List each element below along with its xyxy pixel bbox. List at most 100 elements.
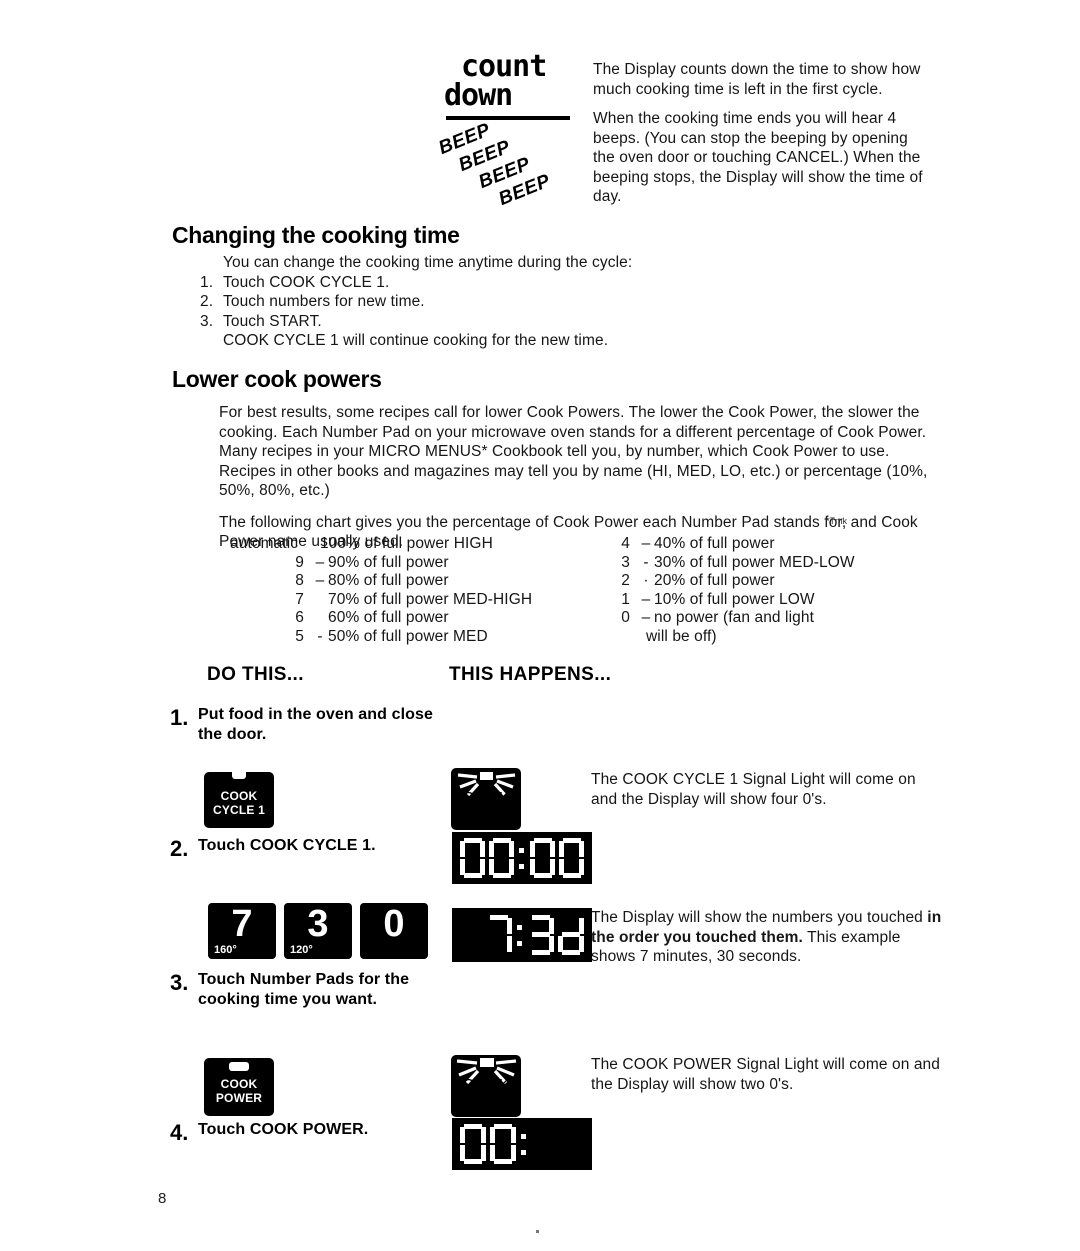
list-item: 3. Touch START. (200, 312, 760, 332)
display-colon (519, 1124, 529, 1164)
procedure-step-1: 1. Put food in the oven and close the do… (170, 705, 460, 745)
table-row: will be off) (600, 628, 930, 647)
seven-segment-digit (529, 838, 555, 878)
power-description: 70% of full power MED-HIGH (328, 590, 533, 608)
key-label-line-2: POWER (215, 1091, 263, 1105)
lower-cook-powers-paragraph-1: For best results, some recipes call for … (219, 404, 928, 499)
key-label-line-2: CYCLE 1 (452, 808, 520, 825)
power-description: 100% of full power HIGH (320, 535, 493, 552)
key-label-line-1: COOK (462, 1077, 510, 1094)
pad-label: 1 (621, 590, 630, 608)
power-description-continuation: will be off) (646, 627, 717, 645)
display-seven-thirty (452, 908, 592, 962)
pad-label: 7 (295, 590, 304, 608)
changing-cooking-time-closing: COOK CYCLE 1 will continue cooking for t… (223, 332, 609, 349)
cook-power-signal-light-key[interactable]: COOK POWER (451, 1055, 521, 1117)
power-description: 60% of full power (328, 609, 449, 626)
number-pad-digit: 3 (307, 903, 329, 945)
page-number: 8 (158, 1190, 167, 1207)
seven-segment-digit (490, 1124, 516, 1164)
table-row: 7 70% of full power MED-HIGH (230, 591, 600, 610)
pad-label: 5 (295, 627, 304, 645)
list-item-text: Touch START. (223, 312, 322, 330)
footer-mark (536, 1230, 539, 1233)
display-colon (515, 915, 525, 955)
number-pad-3[interactable]: 3 120° (284, 903, 352, 959)
list-item-number: 2. (200, 293, 214, 310)
changing-cooking-time-list: You can change the cooking time anytime … (200, 253, 760, 351)
row-dash (312, 609, 328, 628)
step-instruction: Touch COOK CYCLE 1. (198, 837, 376, 854)
cook-power-chart: automatic 100% of full power HIGH 9 – 90… (230, 535, 930, 646)
list-item: 2. Touch numbers for new time. (200, 292, 760, 312)
power-description: 30% of full power MED-LOW (654, 553, 855, 571)
pad-label: automatic (230, 535, 299, 552)
step-3-result-text: The Display will show the numbers you to… (591, 908, 943, 967)
changing-cooking-time-lead: You can change the cooking time anytime … (223, 254, 633, 271)
row-dash: · (643, 572, 649, 589)
key-label-line-1: COOK (220, 789, 258, 803)
row-dash (312, 591, 328, 610)
countdown-logo-top: count (461, 49, 547, 84)
power-description: 90% of full power (328, 553, 449, 571)
list-item: 1. Touch COOK CYCLE 1. (200, 273, 760, 293)
intro-paragraph-1: The Display counts down the time to show… (593, 61, 921, 98)
power-description: 20% of full power (654, 572, 775, 589)
list-item-text: Touch numbers for new time. (223, 293, 425, 310)
step-number: 3. (170, 970, 189, 995)
number-pad-7[interactable]: 7 160° (208, 903, 276, 959)
trademark-note: *Tmk (826, 516, 847, 526)
table-row: 0 – no power (fan and light (600, 609, 930, 628)
procedure-heading-do-this: DO THIS... (207, 664, 304, 685)
step-instruction: Put food in the oven and close the door. (198, 706, 434, 743)
seven-segment-digit (459, 838, 486, 878)
seven-segment-digit (486, 915, 512, 955)
step-2-result-text: The COOK CYCLE 1 Signal Light will come … (591, 771, 916, 808)
seven-segment-digit (460, 1124, 486, 1164)
step-instruction: Touch Number Pads for the cooking time y… (198, 971, 410, 1008)
power-description: 80% of full power (328, 572, 449, 589)
row-dash (304, 535, 320, 554)
countdown-logo-underline (446, 116, 570, 120)
cook-cycle-1-signal-light-key[interactable]: COOK CYCLE 1 (451, 768, 521, 830)
beep-illustration: BEEP BEEP BEEP BEEP (436, 119, 590, 210)
table-row: 8 – 80% of full power (230, 572, 600, 591)
pad-label: 0 (621, 609, 630, 626)
power-description: 50% of full power MED (328, 627, 488, 645)
key-label-line-1: COOK (220, 1077, 258, 1091)
number-pad-group: 7 160° 3 120° 0 (208, 903, 428, 959)
list-item-text: Touch COOK CYCLE 1. (223, 273, 390, 291)
display-cook-power-zeros (452, 1118, 592, 1170)
section-title-changing-cooking-time: Changing the cooking time (172, 222, 460, 248)
key-label-line-1: COOK (462, 790, 510, 807)
countdown-logo: count down (444, 52, 584, 124)
number-pad-sublabel: 120° (290, 944, 313, 956)
pad-label: 6 (295, 609, 304, 626)
list-item-number: 3. (200, 312, 214, 330)
table-row: 6 60% of full power (230, 609, 600, 628)
seven-segment-digit (558, 838, 585, 878)
pad-label: 4 (621, 535, 630, 552)
intro-paragraphs: The Display counts down the time to show… (593, 60, 925, 217)
row-dash: – (315, 553, 325, 571)
seven-segment-digit (558, 915, 584, 955)
step-number: 2. (170, 836, 189, 861)
display-cook-cycle-zeros (452, 832, 592, 884)
key-label-line-2: POWER (455, 1095, 517, 1112)
seven-segment-digit (528, 915, 554, 955)
procedure-step-3: 3. Touch Number Pads for the cooking tim… (170, 970, 440, 1010)
cook-cycle-1-key[interactable]: COOK CYCLE 1 (204, 772, 274, 828)
cook-power-key[interactable]: COOK POWER (204, 1058, 274, 1116)
key-graphic[interactable]: COOK POWER (204, 1058, 274, 1116)
key-label-line-2: CYCLE 1 (212, 803, 266, 817)
table-row: 9 – 90% of full power (230, 554, 600, 573)
pad-label: 2 (621, 572, 630, 589)
table-row: automatic 100% of full power HIGH (230, 535, 600, 554)
intro-paragraph-2: When the cooking time ends you will hear… (593, 110, 923, 205)
section-title-lower-cook-powers: Lower cook powers (172, 366, 382, 392)
row-dash: – (641, 590, 651, 608)
key-graphic[interactable]: COOK CYCLE 1 (204, 772, 274, 828)
table-row: 5 - 50% of full power MED (230, 628, 600, 647)
number-pad-0[interactable]: 0 (360, 903, 428, 959)
pad-label: 9 (295, 553, 304, 571)
